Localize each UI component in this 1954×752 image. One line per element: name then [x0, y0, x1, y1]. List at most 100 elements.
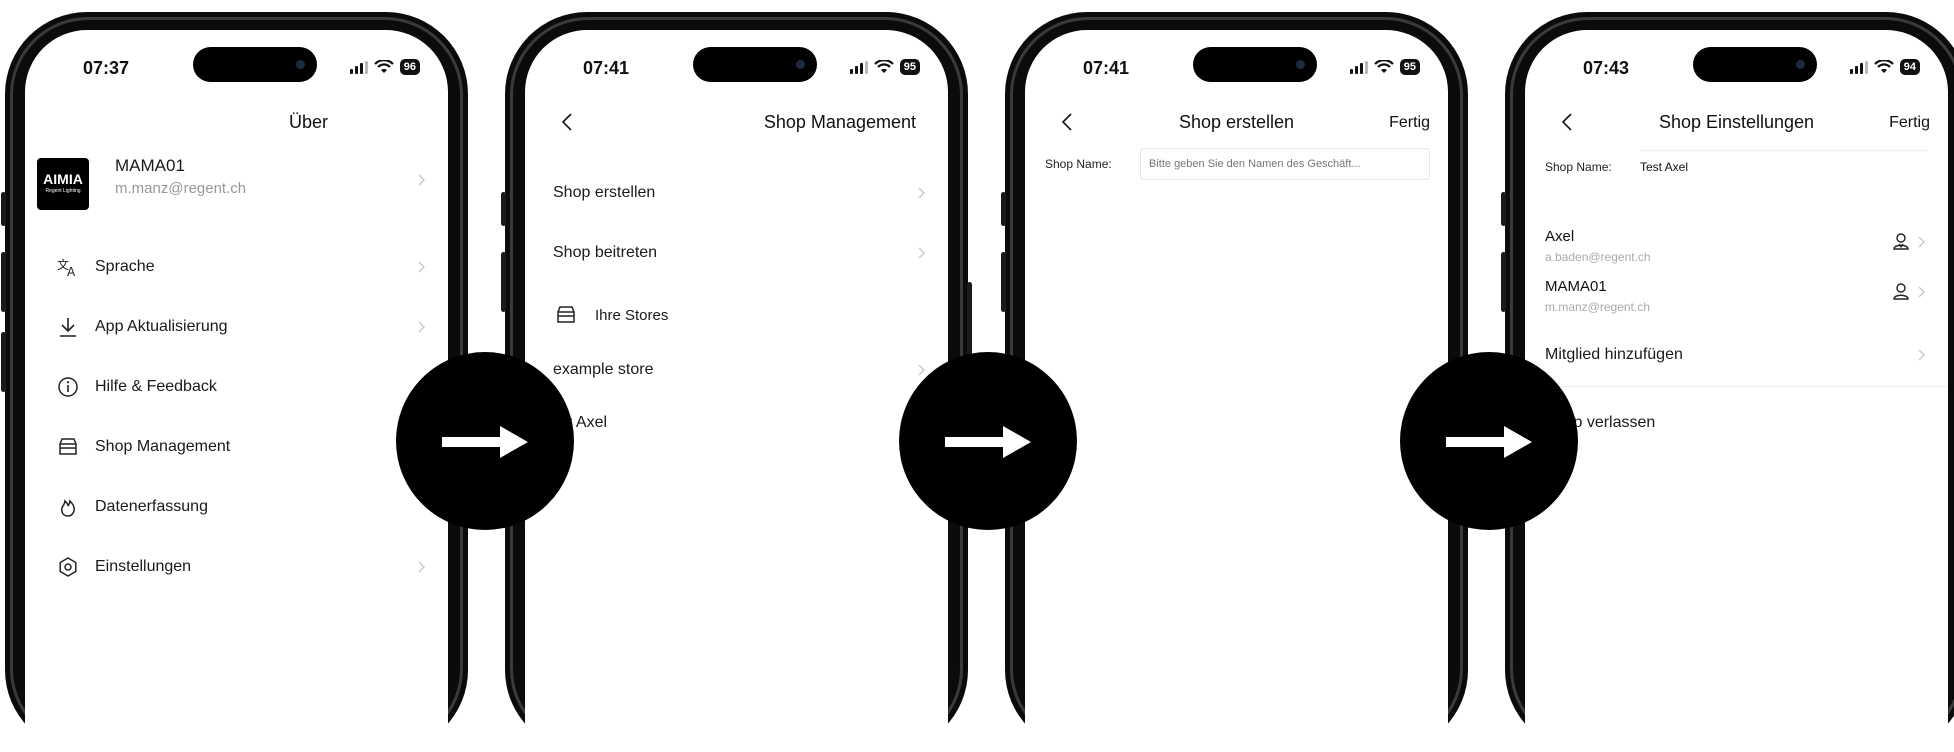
member-email: a.baden@regent.ch [1545, 250, 1651, 264]
signal-icon [849, 60, 868, 74]
shop-name-label: Shop Name: [1045, 157, 1112, 171]
menu-item-create-shop[interactable]: Shop erstellen [525, 178, 948, 208]
done-button[interactable]: Fertig [1889, 114, 1930, 132]
menu-label: Shop erstellen [553, 184, 656, 201]
status-icons: 94 [1849, 59, 1920, 75]
shop-name-label: Shop Name: [1545, 160, 1612, 174]
section-label: Ihre Stores [595, 306, 669, 324]
chevron-right-icon [918, 364, 925, 376]
menu-label: Shop beitreten [553, 244, 658, 261]
side-button [1, 192, 6, 226]
screen-create-shop: 07:41 95 Shop erstellen Fertig Shop Name… [1025, 30, 1448, 752]
chevron-right-icon [1918, 349, 1925, 361]
side-button [1501, 252, 1506, 312]
page-title: Shop Einstellungen [1658, 112, 1815, 132]
side-button [1001, 192, 1006, 226]
member-name: MAMA01 [1545, 278, 1607, 295]
add-member-button[interactable]: Mitglied hinzufügen [1525, 340, 1948, 370]
status-time: 07:37 [83, 58, 130, 78]
menu-label: Hilfe & Feedback [95, 378, 217, 395]
battery-icon: 95 [1399, 59, 1420, 75]
admin-user-icon [1893, 233, 1909, 250]
arrow-right-icon [442, 426, 528, 458]
battery-icon: 96 [399, 59, 420, 75]
menu-item-settings[interactable]: Einstellungen [25, 552, 448, 582]
status-icons: 95 [1349, 59, 1420, 75]
side-button [501, 192, 506, 226]
member-name: Axel [1545, 228, 1575, 245]
page-title: Über [288, 112, 328, 132]
status-time: 07:41 [583, 58, 630, 78]
wifi-icon [373, 60, 394, 73]
shop-name-value[interactable]: Test Axel [1640, 160, 1688, 174]
add-member-label: Mitglied hinzufügen [1545, 346, 1683, 363]
menu-item-help-feedback[interactable]: Hilfe & Feedback [25, 372, 448, 402]
page-title: Shop Management [763, 112, 916, 132]
chevron-right-icon [1918, 236, 1925, 248]
store-name: example store [553, 361, 654, 378]
profile-email: m.manz@regent.ch [115, 180, 247, 197]
wifi-icon [1373, 60, 1394, 73]
chevron-right-icon [418, 261, 425, 273]
battery-icon: 95 [899, 59, 920, 75]
member-row[interactable]: MAMA01 m.manz@regent.ch [1525, 278, 1948, 318]
side-button [501, 252, 506, 312]
chevron-right-icon [418, 174, 425, 186]
leave-shop-button[interactable]: Shop verlassen [1525, 408, 1948, 438]
menu-item-app-update[interactable]: App Aktualisierung [25, 312, 448, 342]
shop-name-input[interactable] [1140, 148, 1430, 180]
menu-item-language[interactable]: 文A Sprache [25, 252, 448, 282]
store-item[interactable]: Test Axel [525, 408, 948, 438]
done-button[interactable]: Fertig [1389, 114, 1430, 132]
phone-frame-2: 07:41 95 Shop Management Shop erstellen … [501, 12, 972, 752]
translate-icon: 文A [57, 257, 76, 278]
menu-item-shop-management[interactable]: Shop Management [25, 432, 448, 462]
menu-label: Sprache [95, 258, 155, 275]
signal-icon [1349, 60, 1368, 74]
side-button [1501, 192, 1506, 226]
menu-item-data-collection[interactable]: Datenerfassung [25, 492, 448, 522]
dynamic-island [193, 47, 317, 82]
dynamic-island [693, 47, 817, 82]
screen-about: 07:37 96 Über AIMIA Regent Lighting MAMA… [25, 30, 448, 752]
signal-icon [1849, 60, 1868, 74]
wifi-icon [873, 60, 894, 73]
arrow-right-icon [945, 426, 1031, 458]
status-time: 07:41 [1083, 58, 1130, 78]
user-icon [1893, 283, 1909, 300]
next-step-arrow [1400, 352, 1578, 530]
page-title: Shop erstellen [1178, 112, 1295, 132]
wifi-icon [1873, 60, 1894, 73]
screen-shop-management: 07:41 95 Shop Management Shop erstellen … [525, 30, 948, 752]
settings-icon [59, 557, 77, 577]
fire-icon [61, 499, 75, 517]
menu-label: App Aktualisierung [95, 318, 228, 335]
phone-frame-4: 07:43 94 Shop Einstellungen Fertig Shop … [1501, 12, 1954, 752]
divider [1525, 386, 1948, 387]
back-arrow-icon[interactable] [557, 111, 579, 133]
profile-row[interactable]: AIMIA Regent Lighting MAMA01 m.manz@rege… [25, 152, 448, 212]
dynamic-island [1693, 47, 1817, 82]
info-icon [58, 377, 78, 397]
menu-item-join-shop[interactable]: Shop beitreten [525, 238, 948, 268]
arrow-right-icon [1446, 426, 1532, 458]
next-step-arrow [899, 352, 1077, 530]
menu-label: Datenerfassung [95, 498, 208, 515]
store-icon [557, 306, 575, 323]
member-email: m.manz@regent.ch [1545, 300, 1650, 314]
battery-icon: 94 [1899, 59, 1920, 75]
status-icons: 95 [849, 59, 920, 75]
status-icons: 96 [349, 59, 420, 75]
store-item[interactable]: example store [525, 355, 948, 385]
chevron-right-icon [918, 187, 925, 199]
side-button [1, 252, 6, 312]
menu-label: Einstellungen [95, 558, 192, 575]
member-row[interactable]: Axel a.baden@regent.ch [1525, 228, 1948, 268]
screen-shop-settings: 07:43 94 Shop Einstellungen Fertig Shop … [1525, 30, 1948, 752]
store-icon [59, 438, 77, 455]
dynamic-island [1193, 47, 1317, 82]
side-button [1001, 252, 1006, 312]
status-time: 07:43 [1583, 58, 1630, 78]
svg-text:A: A [67, 265, 76, 278]
side-button [967, 282, 972, 362]
